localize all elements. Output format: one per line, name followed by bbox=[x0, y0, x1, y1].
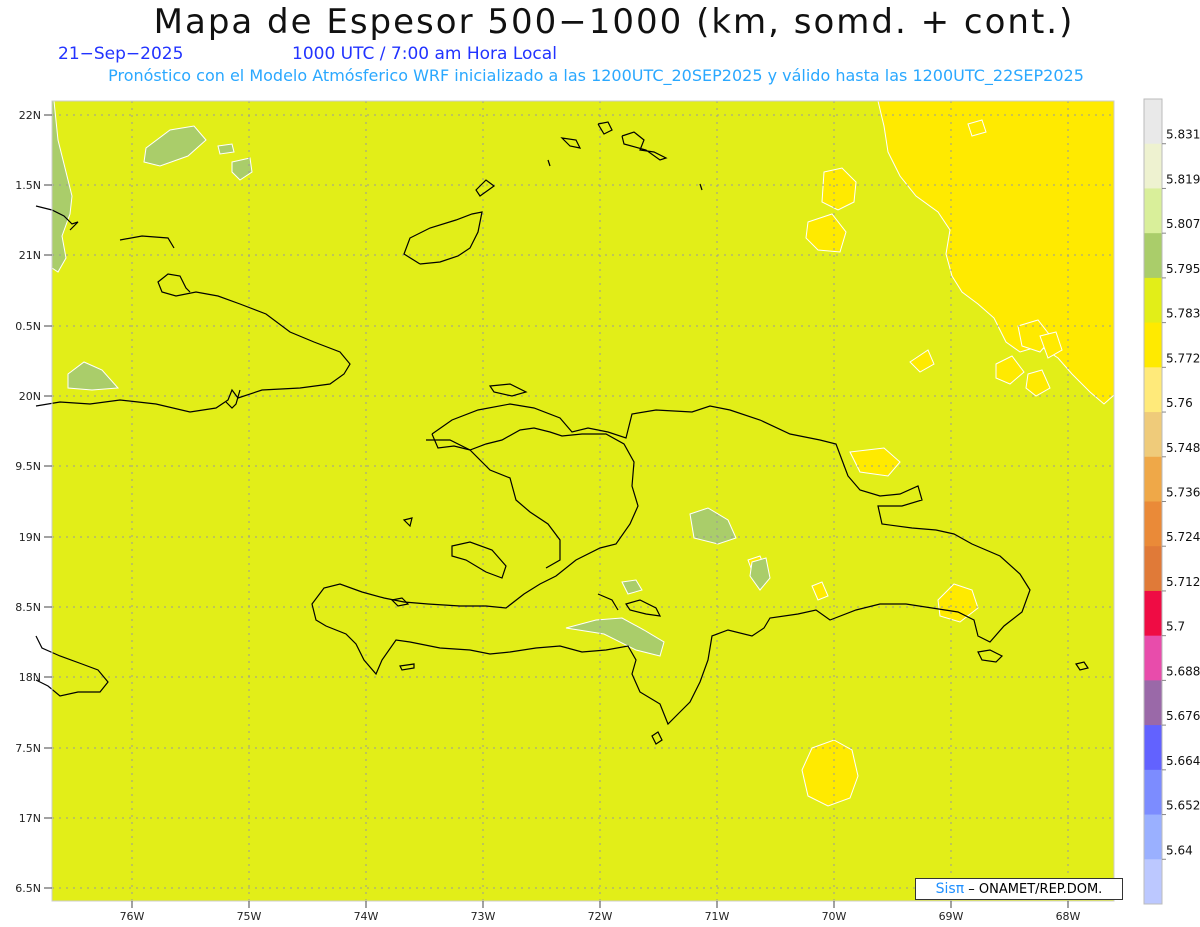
colorbar-swatch bbox=[1144, 412, 1162, 458]
colorbar-swatch bbox=[1144, 501, 1162, 547]
colorbar-swatch bbox=[1144, 546, 1162, 592]
lat-label: 19N bbox=[19, 531, 41, 544]
colorbar-label: 5.688 bbox=[1166, 664, 1200, 678]
lon-label: 69W bbox=[939, 910, 964, 923]
lat-axis bbox=[44, 114, 52, 889]
colorbar-swatch bbox=[1144, 322, 1162, 368]
lat-labels: 22N 1.5N 21N 0.5N 20N 9.5N 19N 8.5N 18N … bbox=[15, 109, 41, 895]
lat-label: 6.5N bbox=[15, 882, 41, 895]
colorbar-label: 5.7 bbox=[1166, 620, 1185, 634]
lon-axis bbox=[131, 901, 1069, 908]
lon-label: 70W bbox=[822, 910, 847, 923]
lat-label: 21N bbox=[19, 249, 41, 262]
lon-labels: 76W 75W 74W 73W 72W 71W 70W 69W 68W bbox=[120, 910, 1081, 923]
thickness-map: 22N 1.5N 21N 0.5N 20N 9.5N 19N 8.5N 18N … bbox=[15, 98, 1200, 923]
lat-label: 8.5N bbox=[15, 601, 41, 614]
colorbar-swatch bbox=[1144, 143, 1162, 189]
colorbar-label: 5.748 bbox=[1166, 441, 1200, 455]
colorbar-swatch bbox=[1144, 680, 1162, 726]
lon-label: 68W bbox=[1056, 910, 1081, 923]
lat-label: 7.5N bbox=[15, 742, 41, 755]
colorbar-label: 5.795 bbox=[1166, 262, 1200, 276]
lon-label: 75W bbox=[237, 910, 262, 923]
colorbar-swatch bbox=[1144, 99, 1162, 145]
lon-label: 73W bbox=[471, 910, 496, 923]
colorbar-label: 5.831 bbox=[1166, 128, 1200, 142]
colorbar-label: 5.712 bbox=[1166, 575, 1200, 589]
low-thickness-area bbox=[217, 143, 235, 155]
colorbar-swatch bbox=[1144, 456, 1162, 502]
credit-sis: Sisπ bbox=[935, 881, 965, 897]
colorbar-label: 5.819 bbox=[1166, 172, 1200, 186]
colorbar-swatch bbox=[1144, 367, 1162, 413]
colorbar-label: 5.676 bbox=[1166, 709, 1200, 723]
colorbar-label: 5.736 bbox=[1166, 486, 1200, 500]
colorbar-label: 5.652 bbox=[1166, 799, 1200, 813]
colorbar-label: 5.76 bbox=[1166, 396, 1193, 410]
colorbar-swatch bbox=[1144, 233, 1162, 279]
colorbar-swatch bbox=[1144, 635, 1162, 681]
colorbar-label: 5.783 bbox=[1166, 307, 1200, 321]
lat-label: 17N bbox=[19, 812, 41, 825]
lon-label: 71W bbox=[705, 910, 730, 923]
credit-org: – ONAMET/REP.DOM. bbox=[968, 882, 1103, 897]
colorbar-swatch bbox=[1144, 814, 1162, 860]
colorbar-swatch bbox=[1144, 859, 1162, 905]
lon-label: 72W bbox=[588, 910, 613, 923]
lat-label: 20N bbox=[19, 390, 41, 403]
lat-label: 1.5N bbox=[15, 179, 41, 192]
colorbar-label: 5.724 bbox=[1166, 530, 1200, 544]
colorbar-swatch bbox=[1144, 769, 1162, 816]
colorbar-label: 5.664 bbox=[1166, 754, 1200, 768]
colorbar-swatch bbox=[1144, 188, 1162, 234]
colorbar-label: 5.807 bbox=[1166, 217, 1200, 231]
lon-label: 74W bbox=[354, 910, 379, 923]
colorbar-swatch bbox=[1144, 277, 1162, 324]
colorbar-swatch bbox=[1144, 725, 1162, 771]
lat-label: 0.5N bbox=[15, 320, 41, 333]
colorbar-swatch bbox=[1144, 590, 1162, 637]
colorbar-label: 5.64 bbox=[1166, 843, 1193, 857]
lat-label: 9.5N bbox=[15, 460, 41, 473]
credit-box: Sisπ – ONAMET/REP.DOM. bbox=[915, 878, 1123, 900]
colorbar: 5.831 5.819 5.807 5.795 5.783 5.772 5.76 5.748 5… bbox=[1143, 98, 1200, 905]
colorbar-label: 5.772 bbox=[1166, 351, 1200, 365]
lat-label: 18N bbox=[19, 671, 41, 684]
lat-label: 22N bbox=[19, 109, 41, 122]
lon-label: 76W bbox=[120, 910, 145, 923]
